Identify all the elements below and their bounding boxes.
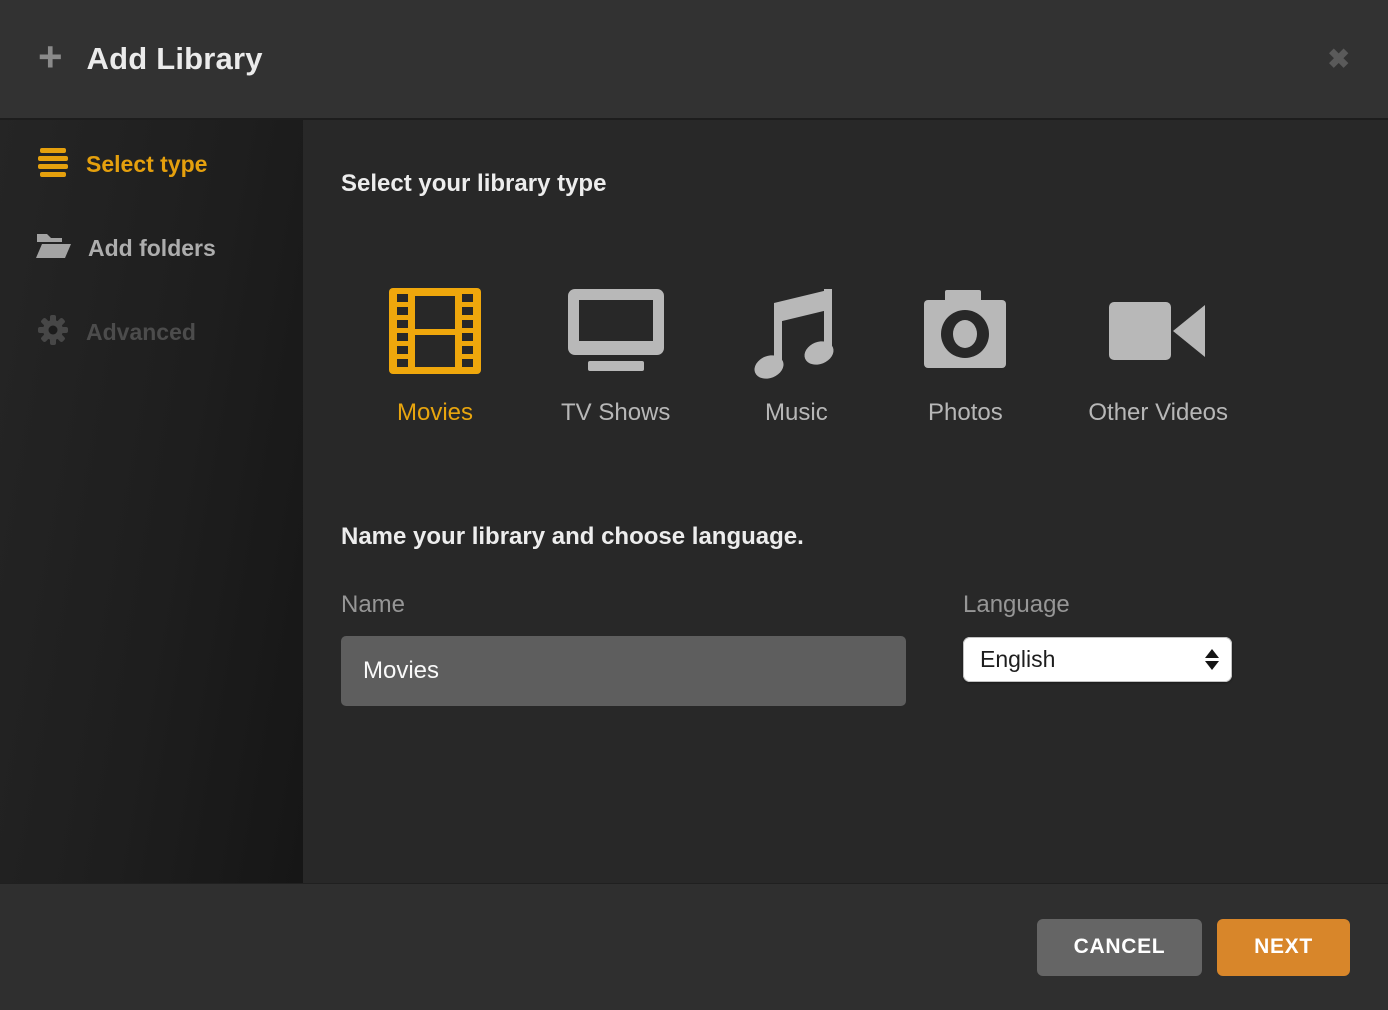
name-section-heading: Name your library and choose language. — [341, 520, 1350, 553]
sidebar-item-label: Add folders — [88, 235, 216, 262]
folder-open-icon — [36, 231, 72, 266]
gear-icon — [36, 313, 70, 352]
dialog-header: + Add Library ✖ — [0, 0, 1388, 120]
library-type-music[interactable]: Music — [750, 286, 842, 427]
library-type-heading: Select your library type — [341, 167, 1350, 200]
library-type-photos[interactable]: Photos — [922, 286, 1008, 427]
sidebar-item-label: Select type — [86, 151, 207, 178]
library-type-movies[interactable]: Movies — [389, 286, 481, 427]
next-button[interactable]: NEXT — [1217, 919, 1350, 976]
dialog-footer: CANCEL NEXT — [0, 883, 1388, 1010]
steps-sidebar: Select type Add folders — [0, 120, 303, 883]
library-type-tv-shows[interactable]: TV Shows — [561, 286, 670, 427]
library-name-input[interactable] — [341, 636, 906, 706]
dialog-title: Add Library — [87, 41, 263, 77]
name-field-label: Name — [341, 590, 906, 620]
language-select[interactable]: English — [963, 637, 1232, 682]
music-note-icon — [750, 286, 842, 376]
film-strip-icon — [389, 286, 481, 376]
tv-icon — [568, 286, 664, 376]
language-select-value: English — [980, 646, 1055, 673]
main-panel: Select your library type — [303, 120, 1388, 883]
library-type-label: Movies — [397, 399, 473, 427]
sidebar-item-select-type[interactable]: Select type — [0, 140, 303, 188]
dialog-body: Select type Add folders — [0, 120, 1388, 883]
cancel-button[interactable]: CANCEL — [1037, 919, 1202, 976]
plus-icon: + — [38, 36, 63, 78]
sidebar-item-add-folders[interactable]: Add folders — [0, 224, 303, 272]
list-lines-icon — [36, 147, 70, 182]
video-camera-icon — [1109, 286, 1207, 376]
add-library-dialog: + Add Library ✖ Select type — [0, 0, 1388, 1010]
close-icon[interactable]: ✖ — [1327, 46, 1350, 73]
library-type-other-videos[interactable]: Other Videos — [1088, 286, 1228, 427]
sidebar-item-label: Advanced — [86, 319, 196, 346]
library-type-label: Photos — [928, 399, 1003, 427]
name-field-group: Name — [341, 590, 906, 706]
library-type-row: Movies TV Shows — [341, 286, 1350, 427]
camera-icon — [922, 286, 1008, 376]
name-language-row: Name Language English — [341, 590, 1350, 706]
language-field-group: Language English — [963, 590, 1232, 706]
library-type-label: Music — [765, 399, 828, 427]
language-field-label: Language — [963, 590, 1232, 620]
library-type-label: Other Videos — [1088, 399, 1228, 427]
sidebar-item-advanced[interactable]: Advanced — [0, 308, 303, 356]
library-type-label: TV Shows — [561, 399, 670, 427]
select-arrows-icon — [1205, 649, 1219, 670]
